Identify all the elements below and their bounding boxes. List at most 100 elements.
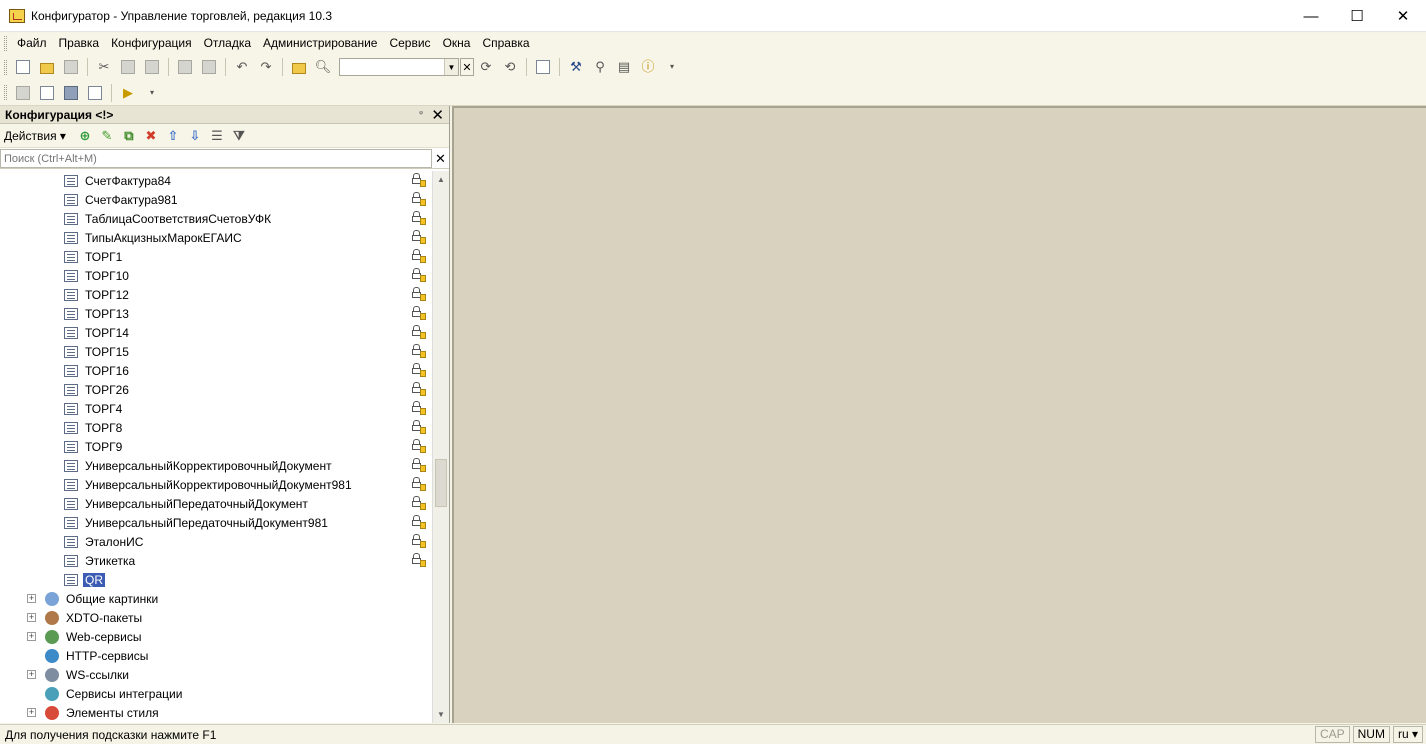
- windows-button[interactable]: [533, 57, 553, 77]
- copy-button[interactable]: [118, 57, 138, 77]
- expand-plus-icon[interactable]: +: [27, 613, 36, 622]
- actions-menu-button[interactable]: Действия ▾: [4, 129, 66, 143]
- tree-row-form[interactable]: ТОРГ26: [0, 380, 432, 399]
- tree-group-label: HTTP-сервисы: [66, 648, 149, 663]
- menu-grip[interactable]: [4, 36, 7, 51]
- filter-button[interactable]: ⧩: [231, 128, 247, 144]
- tree-search-clear-button[interactable]: ✕: [432, 149, 449, 169]
- redo-button[interactable]: ↷: [256, 57, 276, 77]
- tree-row-form[interactable]: ТаблицаСоответствияСчетовУФК: [0, 209, 432, 228]
- tree-row-group[interactable]: + WS-ссылки: [0, 665, 432, 684]
- tree-row-form[interactable]: УниверсальныйПередаточныйДокумент: [0, 494, 432, 513]
- toolbar-grip[interactable]: [4, 85, 7, 100]
- tree-item-label: ТОРГ16: [85, 363, 129, 378]
- tree-row-form-selected[interactable]: QR: [0, 570, 432, 589]
- help-search-button[interactable]: ⚲: [590, 57, 610, 77]
- toolbar-overflow-button[interactable]: ▾: [662, 57, 682, 77]
- pin-icon[interactable]: ᵠ: [419, 109, 423, 118]
- save-button[interactable]: [61, 57, 81, 77]
- menu-edit[interactable]: Правка: [53, 33, 106, 54]
- edit-button[interactable]: ✎: [99, 128, 115, 144]
- toolbar-search-input[interactable]: ▼: [339, 58, 459, 76]
- tree-vertical-scrollbar[interactable]: ▲ ▼: [432, 171, 449, 723]
- expand-plus-icon[interactable]: +: [27, 670, 36, 679]
- tree-row-form[interactable]: ТОРГ12: [0, 285, 432, 304]
- expand-plus-icon[interactable]: +: [27, 594, 36, 603]
- menu-debug[interactable]: Отладка: [198, 33, 257, 54]
- sort-button[interactable]: ☰: [209, 128, 225, 144]
- paste-icon: [145, 60, 159, 74]
- add-button[interactable]: ⊕: [77, 128, 93, 144]
- syntax-helper-button[interactable]: ⚒: [566, 57, 586, 77]
- tree-row-form[interactable]: Этикетка: [0, 551, 432, 570]
- menu-windows[interactable]: Окна: [437, 33, 477, 54]
- move-up-button[interactable]: ⇧: [165, 128, 181, 144]
- menu-service[interactable]: Сервис: [383, 33, 436, 54]
- menu-configuration[interactable]: Конфигурация: [105, 33, 198, 54]
- scroll-down-arrow[interactable]: ▼: [433, 706, 449, 723]
- undo-button[interactable]: ↶: [232, 57, 252, 77]
- open-file-button[interactable]: [37, 57, 57, 77]
- tree-row-form[interactable]: ТОРГ15: [0, 342, 432, 361]
- expand-plus-icon[interactable]: +: [27, 632, 36, 641]
- tree-row-form[interactable]: УниверсальныйКорректировочныйДокумент: [0, 456, 432, 475]
- tree-row-form[interactable]: ТОРГ8: [0, 418, 432, 437]
- search-clear-button[interactable]: ✕: [460, 58, 474, 76]
- help-contents-button[interactable]: ▤: [614, 57, 634, 77]
- preview-button[interactable]: [199, 57, 219, 77]
- database-button[interactable]: [61, 83, 81, 103]
- tree-row-group[interactable]: + XDTO-пакеты: [0, 608, 432, 627]
- tree-row-form[interactable]: СчетФактура84: [0, 171, 432, 190]
- tree-row-form[interactable]: ТипыАкцизныхМарокЕГАИС: [0, 228, 432, 247]
- tree-row-form[interactable]: СчетФактура981: [0, 190, 432, 209]
- close-window-button[interactable]: ✕: [1380, 0, 1426, 32]
- new-file-button[interactable]: [13, 57, 33, 77]
- minimize-button[interactable]: —: [1288, 0, 1334, 32]
- search-button[interactable]: 🔍︎: [313, 57, 333, 77]
- expand-plus-icon[interactable]: +: [27, 708, 36, 717]
- menu-administration[interactable]: Администрирование: [257, 33, 383, 54]
- scroll-up-arrow[interactable]: ▲: [433, 171, 449, 188]
- tree-row-group[interactable]: + Web-сервисы: [0, 627, 432, 646]
- search-dropdown-button[interactable]: ▼: [444, 59, 458, 75]
- tree-search-input[interactable]: [0, 149, 432, 168]
- start-debug-button[interactable]: ▶: [118, 83, 138, 103]
- table-button[interactable]: [85, 83, 105, 103]
- tree-row-group[interactable]: HTTP-сервисы: [0, 646, 432, 665]
- about-button[interactable]: ⓘ: [638, 57, 658, 77]
- delete-button[interactable]: ✖: [143, 128, 159, 144]
- tree-row-form[interactable]: ТОРГ14: [0, 323, 432, 342]
- compare-button[interactable]: [37, 83, 57, 103]
- configuration-tree[interactable]: СчетФактура84 СчетФактура981 ТаблицаСоотве…: [0, 171, 432, 723]
- tree-row-form[interactable]: ТОРГ9: [0, 437, 432, 456]
- print-button[interactable]: [175, 57, 195, 77]
- configuration-button[interactable]: [13, 83, 33, 103]
- tree-row-form[interactable]: ТОРГ13: [0, 304, 432, 323]
- tree-row-form[interactable]: ТОРГ4: [0, 399, 432, 418]
- language-selector[interactable]: ru ▾: [1392, 726, 1423, 743]
- tree-row-form[interactable]: ТОРГ1: [0, 247, 432, 266]
- panel-close-button[interactable]: ✕: [431, 106, 444, 124]
- tree-row-form[interactable]: ЭталонИС: [0, 532, 432, 551]
- find-prev-button[interactable]: ⟲: [500, 57, 520, 77]
- cut-button[interactable]: ✂: [94, 57, 114, 77]
- scroll-thumb[interactable]: [435, 459, 447, 507]
- copy-item-button[interactable]: ⧉: [121, 128, 137, 144]
- menu-file[interactable]: Файл: [11, 33, 53, 54]
- tree-row-form[interactable]: УниверсальныйКорректировочныйДокумент981: [0, 475, 432, 494]
- toolbar-grip[interactable]: [4, 59, 7, 75]
- tree-row-group[interactable]: + Элементы стиля: [0, 703, 432, 722]
- move-down-button[interactable]: ⇩: [187, 128, 203, 144]
- tree-row-group[interactable]: + Общие картинки: [0, 589, 432, 608]
- paste-button[interactable]: [142, 57, 162, 77]
- tree-item-label: ТОРГ12: [85, 287, 129, 302]
- menu-help[interactable]: Справка: [476, 33, 535, 54]
- tree-row-form[interactable]: ТОРГ10: [0, 266, 432, 285]
- tree-row-form[interactable]: УниверсальныйПередаточныйДокумент981: [0, 513, 432, 532]
- find-next-button[interactable]: ⟳: [476, 57, 496, 77]
- find-in-tree-button[interactable]: [289, 57, 309, 77]
- maximize-button[interactable]: ☐: [1334, 0, 1380, 32]
- tree-row-group[interactable]: Сервисы интеграции: [0, 684, 432, 703]
- toolbar2-overflow-button[interactable]: ▾: [142, 83, 162, 103]
- tree-row-form[interactable]: ТОРГ16: [0, 361, 432, 380]
